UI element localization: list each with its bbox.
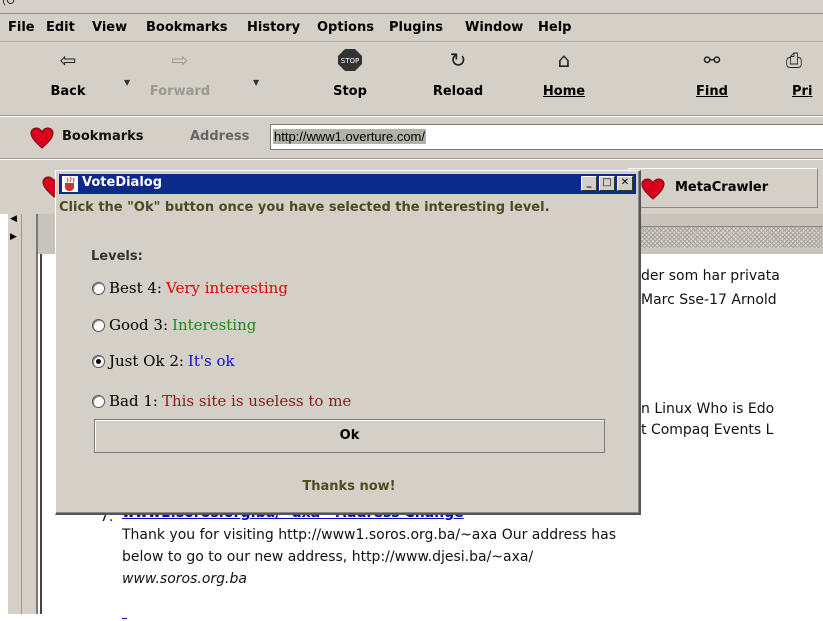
- address-toolbar: Bookmarks Address http://www1.overture.c…: [0, 117, 823, 159]
- back-arrow-icon: ⇦: [59, 48, 77, 72]
- forward-label: Forward: [149, 84, 211, 99]
- printer-icon: ⎙: [786, 48, 802, 72]
- option-label: Good 3: Interesting: [109, 316, 257, 334]
- java-cup-icon: [62, 176, 78, 192]
- result-link[interactable]: [122, 605, 127, 621]
- sidebar-handle[interactable]: ◀ ▶: [8, 214, 22, 614]
- levels-label: Levels:: [91, 249, 143, 264]
- bookmarks-button[interactable]: Bookmarks: [62, 129, 144, 144]
- expand-right-icon[interactable]: ▶: [10, 232, 17, 242]
- metacrawler-label: MetaCrawler: [675, 180, 769, 195]
- result-description: Thank you for visiting http://www1.soros…: [122, 527, 616, 543]
- radio-button-selected[interactable]: [92, 355, 105, 368]
- result-snippet: n Linux Who is Edo: [641, 401, 775, 417]
- metacrawler-heart-icon: [641, 178, 665, 204]
- address-url-text: http://www1.overture.com/: [273, 129, 426, 144]
- dialog-instruction: Click the "Ok" button once you have sele…: [59, 200, 550, 215]
- window-title-fragment: (O: [2, 0, 15, 7]
- option-description: It's ok: [187, 352, 235, 370]
- back-button[interactable]: ⇦ Back: [28, 48, 108, 108]
- forward-history-dropdown-icon[interactable]: ▼: [253, 78, 259, 87]
- option-label: Bad 1: This site is useless to me: [109, 392, 352, 410]
- metacrawler-button[interactable]: MetaCrawler: [628, 168, 818, 208]
- forward-arrow-icon: ⇨: [171, 48, 189, 72]
- menu-file[interactable]: File: [8, 20, 35, 35]
- vote-dialog: VoteDialog _ □ ✕ Click the "Ok" button o…: [55, 170, 641, 515]
- option-label: Just Ok 2: It's ok: [109, 352, 235, 370]
- bookmarks-heart-icon[interactable]: [30, 127, 54, 153]
- result-snippet: Marc Sse-17 Arnold: [641, 292, 777, 308]
- radio-button[interactable]: [92, 282, 105, 295]
- radio-button[interactable]: [92, 395, 105, 408]
- option-description: Very interesting: [166, 279, 288, 297]
- frame-border: [22, 214, 38, 614]
- dialog-title-bar[interactable]: VoteDialog _ □ ✕: [59, 174, 636, 194]
- menu-help[interactable]: Help: [538, 20, 571, 35]
- collapse-left-icon[interactable]: ◀: [10, 214, 17, 224]
- dialog-title: VoteDialog: [82, 175, 163, 190]
- address-label: Address: [190, 129, 250, 144]
- result-description: below to go to our new address, http://w…: [122, 549, 534, 565]
- result-snippet: t Compaq Events L: [641, 422, 774, 438]
- stop-sign-icon: STOP: [310, 48, 390, 72]
- option-description: Interesting: [172, 316, 257, 334]
- back-label: Back: [50, 84, 86, 99]
- forward-button[interactable]: ⇨ Forward: [140, 48, 220, 108]
- tab-strip-pattern: [640, 226, 823, 248]
- address-input[interactable]: http://www1.overture.com/: [270, 124, 823, 150]
- menu-options[interactable]: Options: [317, 20, 374, 35]
- find-button[interactable]: ⚯ Find: [672, 48, 752, 108]
- print-label: Pri: [792, 84, 813, 99]
- print-button[interactable]: ⎙ Pri: [776, 48, 823, 108]
- maximize-button[interactable]: □: [599, 176, 615, 191]
- svg-text:STOP: STOP: [341, 57, 359, 65]
- home-button[interactable]: ⌂ Home: [524, 48, 604, 108]
- navigation-toolbar: ⇦ Back ▼ ⇨ Forward ▼ STOP Stop ↻ Reload …: [0, 42, 823, 116]
- reload-label: Reload: [432, 84, 484, 99]
- back-history-dropdown-icon[interactable]: ▼: [124, 78, 130, 87]
- menu-bar: File Edit View Bookmarks History Options…: [0, 14, 823, 42]
- result-snippet: der som har privata: [641, 268, 780, 284]
- home-icon: ⌂: [557, 48, 571, 72]
- menu-window[interactable]: Window: [465, 20, 523, 35]
- stop-button[interactable]: STOP Stop: [310, 48, 390, 108]
- reload-icon: ↻: [449, 48, 467, 72]
- home-label: Home: [542, 84, 586, 99]
- result-url: www.soros.org.ba: [122, 571, 247, 587]
- stop-label: Stop: [333, 84, 367, 99]
- menu-view[interactable]: View: [92, 20, 127, 35]
- find-label: Find: [696, 84, 728, 99]
- option-description: This site is useless to me: [161, 392, 352, 410]
- radio-button[interactable]: [92, 319, 105, 332]
- ok-button[interactable]: Ok: [94, 419, 605, 453]
- menu-history[interactable]: History: [247, 20, 300, 35]
- menu-edit[interactable]: Edit: [46, 20, 75, 35]
- binoculars-icon: ⚯: [703, 48, 721, 72]
- minimize-button[interactable]: _: [581, 176, 597, 191]
- dialog-status-text: Thanks now!: [302, 479, 396, 494]
- menu-bookmarks[interactable]: Bookmarks: [146, 20, 228, 35]
- option-label: Best 4: Very interesting: [109, 279, 288, 297]
- reload-button[interactable]: ↻ Reload: [418, 48, 498, 108]
- close-button[interactable]: ✕: [617, 176, 633, 191]
- window-title-strip: (O: [0, 0, 823, 14]
- menu-plugins[interactable]: Plugins: [389, 20, 443, 35]
